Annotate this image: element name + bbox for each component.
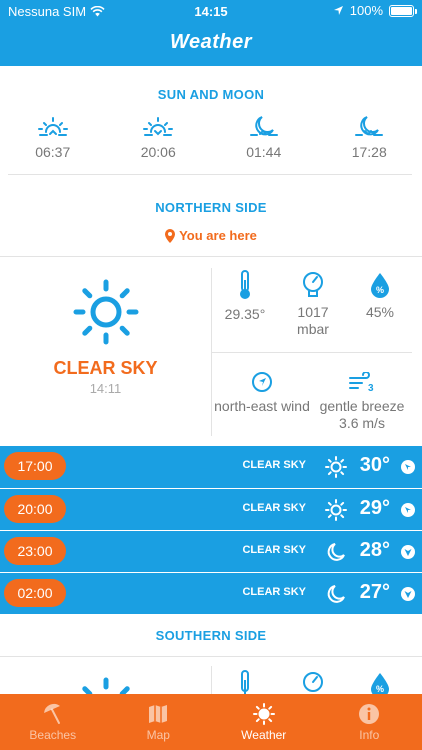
beach-umbrella-icon	[43, 703, 60, 724]
location-label: You are here	[179, 228, 257, 243]
updated-time: 14:11	[89, 381, 122, 396]
svg-text:%: %	[376, 285, 384, 295]
forecast-condition: CLEAR SKY	[242, 586, 306, 598]
forecast-temp: 30°	[359, 454, 390, 476]
sunrise-item: 06:37	[0, 112, 106, 164]
divider	[211, 352, 412, 353]
forecast-row[interactable]: 23:00 CLEAR SKY 28°	[0, 530, 422, 572]
wind-direction-icon	[401, 503, 415, 517]
status-bar: Nessuna SIM 14:15 100%	[0, 0, 422, 22]
wind-direction: north-east wind	[214, 398, 310, 414]
wind-direction-metric: north-east wind	[211, 372, 313, 415]
moonset-time: 17:28	[351, 144, 387, 160]
moon-icon	[327, 585, 345, 603]
divider	[0, 256, 422, 257]
temperature-value: 29.35°	[224, 306, 266, 322]
battery-percent: 100%	[349, 3, 383, 18]
divider	[0, 656, 422, 657]
top-bar: Nessuna SIM 14:15 100% Weather	[0, 0, 422, 66]
location-pin-icon	[165, 228, 176, 243]
compass-icon	[252, 372, 272, 392]
wind-speed-metric: 3 gentle breeze 3.6 m/s	[312, 372, 412, 432]
forecast-row[interactable]: 20:00 CLEAR SKY 29°	[0, 488, 422, 530]
divider	[211, 666, 212, 694]
wind-direction-icon	[401, 545, 415, 559]
forecast-time: 23:00	[4, 537, 66, 565]
moonrise-time: 01:44	[246, 144, 282, 160]
pressure-gauge-icon	[303, 672, 323, 692]
pressure-value: 1017	[297, 304, 329, 320]
tab-map[interactable]: Map	[106, 694, 212, 750]
sun-moon-title: SUN AND MOON	[157, 87, 265, 102]
clear-sky-sun-icon	[73, 279, 139, 345]
humidity-value: 45%	[365, 304, 395, 320]
sun-icon	[325, 456, 347, 478]
sun-icon	[325, 499, 347, 521]
pressure-unit: mbar	[297, 321, 329, 337]
moonset-item: 17:28	[317, 112, 422, 164]
map-icon	[149, 704, 168, 723]
humidity-drop-icon: %	[371, 273, 389, 298]
wind-direction-icon	[401, 587, 415, 601]
moonset-icon	[355, 116, 384, 136]
forecast-time: 17:00	[4, 452, 66, 480]
forecast-time: 02:00	[4, 579, 66, 607]
tab-label: Info	[359, 727, 380, 742]
thermometer-icon	[241, 670, 249, 694]
wind-icon: 3	[349, 372, 374, 392]
southern-side-title: SOUTHERN SIDE	[155, 628, 267, 643]
thermometer-icon	[240, 270, 250, 299]
tab-beaches[interactable]: Beaches	[0, 694, 106, 750]
tab-label: Beaches	[29, 727, 77, 742]
tab-label: Weather	[241, 727, 287, 742]
location-indicator: You are here	[0, 228, 422, 243]
tab-bar: Beaches Map Weather Info	[0, 694, 422, 750]
sunset-time: 20:06	[140, 144, 176, 160]
clear-sky-sun-icon	[82, 677, 130, 694]
temperature-metric: 29.35°	[214, 270, 276, 323]
moonrise-icon	[249, 116, 278, 136]
moon-icon	[327, 543, 345, 561]
forecast-temp: 27°	[359, 581, 390, 603]
sunrise-icon	[37, 117, 68, 136]
forecast-condition: CLEAR SKY	[242, 502, 306, 514]
status-right: 100%	[333, 3, 417, 18]
battery-icon	[389, 4, 417, 17]
tab-info[interactable]: Info	[317, 694, 422, 750]
wind-description: gentle breeze	[319, 398, 405, 414]
sunrise-time: 06:37	[35, 144, 71, 160]
moonrise-item: 01:44	[211, 112, 317, 164]
sunset-icon	[143, 117, 174, 136]
forecast-time: 20:00	[4, 495, 66, 523]
pressure-metric: 1017 mbar	[284, 272, 342, 338]
humidity-drop-icon: %	[371, 673, 389, 694]
svg-text:3: 3	[368, 383, 374, 392]
page-title: Weather	[169, 31, 253, 53]
info-icon	[359, 703, 380, 724]
svg-text:%: %	[376, 684, 384, 694]
forecast-condition: CLEAR SKY	[242, 459, 306, 471]
forecast-row[interactable]: 17:00 CLEAR SKY 30°	[0, 446, 422, 488]
divider	[8, 174, 412, 175]
sun-moon-row: 06:37 20:06 01:44 17:28	[0, 112, 422, 164]
current-condition: CLEAR SKY	[53, 358, 158, 378]
humidity-metric: % 45%	[350, 272, 410, 321]
location-arrow-icon	[333, 6, 343, 15]
tab-label: Map	[146, 727, 170, 742]
sun-icon	[252, 702, 275, 725]
pressure-gauge-icon	[303, 272, 323, 297]
forecast-condition: CLEAR SKY	[242, 544, 306, 556]
northern-side-title: NORTHERN SIDE	[155, 200, 267, 215]
forecast-temp: 29°	[359, 497, 390, 519]
forecast-temp: 28°	[359, 539, 390, 561]
wind-direction-icon	[401, 460, 415, 474]
tab-weather[interactable]: Weather	[211, 694, 317, 750]
forecast-row[interactable]: 02:00 CLEAR SKY 27°	[0, 572, 422, 614]
wind-speed: 3.6 m/s	[339, 415, 385, 431]
forecast-list: 17:00 CLEAR SKY 30° 20:00 CLEAR SKY 29° …	[0, 446, 422, 614]
sunset-item: 20:06	[106, 112, 212, 164]
